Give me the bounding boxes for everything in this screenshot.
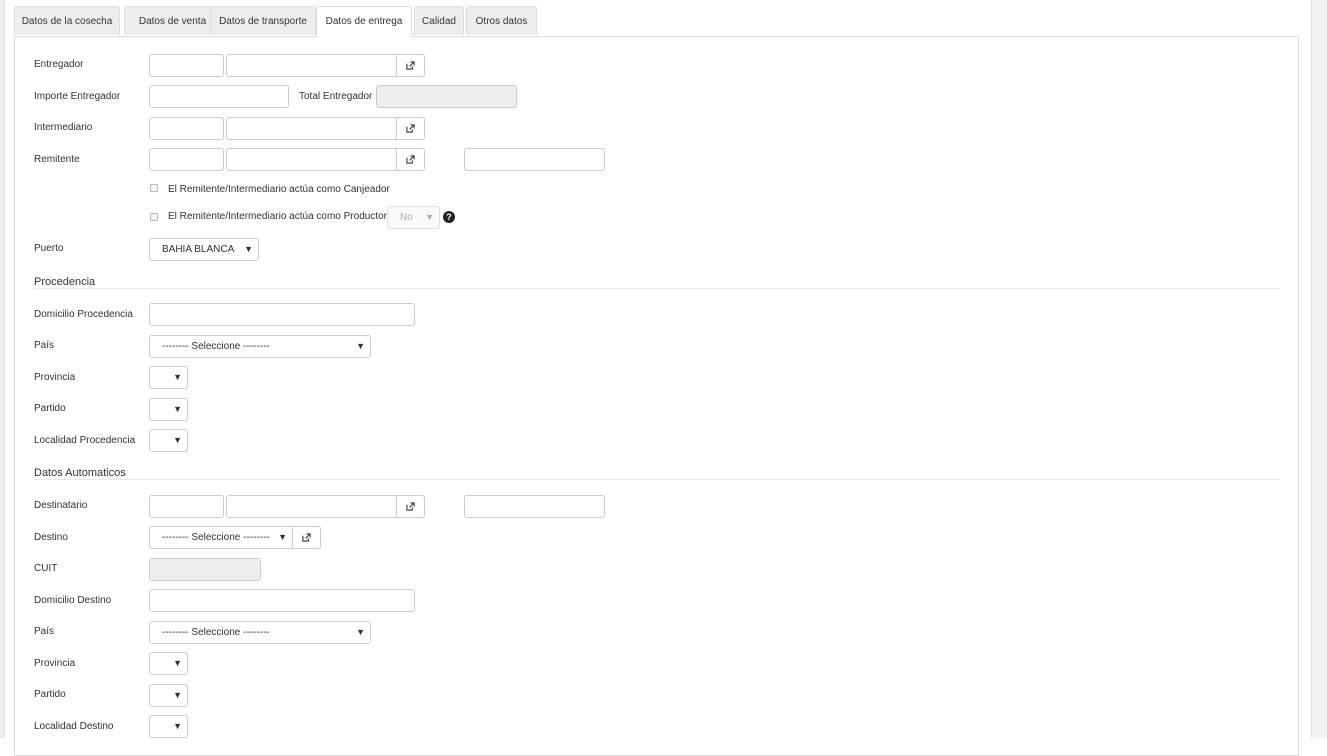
destino-select-value: -------- Seleccione -------- xyxy=(162,532,270,543)
remitente-open-button[interactable] xyxy=(396,148,425,171)
destino-select[interactable]: -------- Seleccione -------- ▼ xyxy=(149,526,293,549)
partido-procedencia-label: Partido xyxy=(34,403,66,414)
entregador-label: Entregador xyxy=(34,59,84,70)
puerto-label: Puerto xyxy=(34,243,64,254)
puerto-select-value: BAHIA BLANCA xyxy=(162,244,235,255)
localidad-destino-label: Localidad Destino xyxy=(34,721,114,732)
pais-procedencia-select[interactable]: -------- Seleccione -------- ▼ xyxy=(149,335,371,358)
pais-procedencia-label: País xyxy=(34,340,55,351)
pais-destino-select[interactable]: -------- Seleccione -------- ▼ xyxy=(149,621,371,644)
destino-open-button[interactable] xyxy=(292,526,321,549)
destinatario-extra-input[interactable] xyxy=(464,495,605,518)
canjeador-checkbox[interactable] xyxy=(150,184,158,192)
caret-down-icon: ▼ xyxy=(173,721,182,731)
destino-label: Destino xyxy=(34,532,68,543)
provincia-procedencia-select[interactable]: ▼ xyxy=(149,366,188,389)
entregador-name-input[interactable] xyxy=(226,54,397,77)
total-entregador-input xyxy=(376,85,517,108)
remitente-extra-input[interactable] xyxy=(464,148,605,171)
caret-down-icon: ▼ xyxy=(173,372,182,382)
canjeador-checkbox-label: El Remitente/Intermediario actúa como Ca… xyxy=(168,184,390,195)
provincia-procedencia-label: Provincia xyxy=(34,372,76,383)
destinatario-label: Destinatario xyxy=(34,500,88,511)
external-link-icon xyxy=(302,533,311,542)
external-link-icon xyxy=(406,502,415,511)
destinatario-open-button[interactable] xyxy=(396,495,425,518)
total-entregador-label: Total Entregador xyxy=(299,91,373,102)
localidad-procedencia-label: Localidad Procedencia xyxy=(34,435,136,446)
datos-automaticos-divider xyxy=(34,479,1280,480)
intermediario-open-button[interactable] xyxy=(396,117,425,140)
caret-down-icon: ▼ xyxy=(173,404,182,414)
caret-down-icon: ▼ xyxy=(356,341,365,351)
tab-panel-datos-entrega xyxy=(14,36,1299,756)
destinatario-name-input[interactable] xyxy=(226,495,397,518)
caret-down-icon: ▼ xyxy=(173,435,182,445)
caret-down-icon: ▼ xyxy=(425,212,434,222)
remitente-label: Remitente xyxy=(34,154,80,165)
localidad-procedencia-select[interactable]: ▼ xyxy=(149,429,188,452)
localidad-destino-select[interactable]: ▼ xyxy=(149,715,188,738)
external-link-icon xyxy=(406,155,415,164)
caret-down-icon: ▼ xyxy=(173,658,182,668)
procedencia-divider xyxy=(34,288,1280,289)
productor-select[interactable]: No ▼ xyxy=(387,206,440,229)
importe-entregador-label: Importe Entregador xyxy=(34,91,121,102)
intermediario-code-input[interactable] xyxy=(149,117,224,140)
productor-checkbox-label: El Remitente/Intermediario actúa como Pr… xyxy=(168,211,387,222)
tab-datos-venta[interactable]: Datos de venta xyxy=(124,6,221,35)
partido-destino-label: Partido xyxy=(34,689,66,700)
cuit-input xyxy=(149,558,261,581)
caret-down-icon: ▼ xyxy=(173,690,182,700)
pais-destino-label: País xyxy=(34,626,55,637)
question-circle-icon[interactable]: ? xyxy=(443,211,455,223)
tab-datos-transporte[interactable]: Datos de transporte xyxy=(210,6,316,35)
window-right-edge xyxy=(1311,0,1327,738)
domicilio-procedencia-label: Domicilio Procedencia xyxy=(34,309,133,320)
caret-down-icon: ▼ xyxy=(244,244,253,254)
pais-procedencia-select-value: -------- Seleccione -------- xyxy=(162,341,270,352)
entregador-code-input[interactable] xyxy=(149,54,224,77)
remitente-code-input[interactable] xyxy=(149,148,224,171)
destinatario-code-input[interactable] xyxy=(149,495,224,518)
domicilio-destino-input[interactable] xyxy=(149,589,415,612)
puerto-select[interactable]: BAHIA BLANCA ▼ xyxy=(149,238,259,261)
tab-datos-cosecha[interactable]: Datos de la cosecha xyxy=(14,6,120,35)
provincia-destino-label: Provincia xyxy=(34,658,76,669)
partido-destino-select[interactable]: ▼ xyxy=(149,684,188,707)
provincia-destino-select[interactable]: ▼ xyxy=(149,652,188,675)
datos-automaticos-section-title: Datos Automaticos xyxy=(34,467,126,479)
domicilio-procedencia-input[interactable] xyxy=(149,303,415,326)
caret-down-icon: ▼ xyxy=(356,627,365,637)
intermediario-label: Intermediario xyxy=(34,122,93,133)
tab-datos-entrega[interactable]: Datos de entrega xyxy=(316,6,412,37)
procedencia-section-title: Procedencia xyxy=(34,276,96,288)
entregador-open-button[interactable] xyxy=(396,54,425,77)
cuit-label: CUIT xyxy=(34,563,58,574)
tab-otros-datos[interactable]: Otros datos xyxy=(466,6,537,35)
pais-destino-select-value: -------- Seleccione -------- xyxy=(162,627,270,638)
tab-calidad[interactable]: Calidad xyxy=(414,6,464,35)
remitente-name-input[interactable] xyxy=(226,148,397,171)
importe-entregador-input[interactable] xyxy=(149,85,289,108)
external-link-icon xyxy=(406,124,415,133)
window-left-edge xyxy=(0,0,5,738)
productor-checkbox[interactable] xyxy=(150,213,158,221)
productor-select-value: No xyxy=(400,212,413,223)
intermediario-name-input[interactable] xyxy=(226,117,397,140)
caret-down-icon: ▼ xyxy=(278,532,287,542)
external-link-icon xyxy=(406,61,415,70)
partido-procedencia-select[interactable]: ▼ xyxy=(149,398,188,421)
domicilio-destino-label: Domicilio Destino xyxy=(34,595,112,606)
